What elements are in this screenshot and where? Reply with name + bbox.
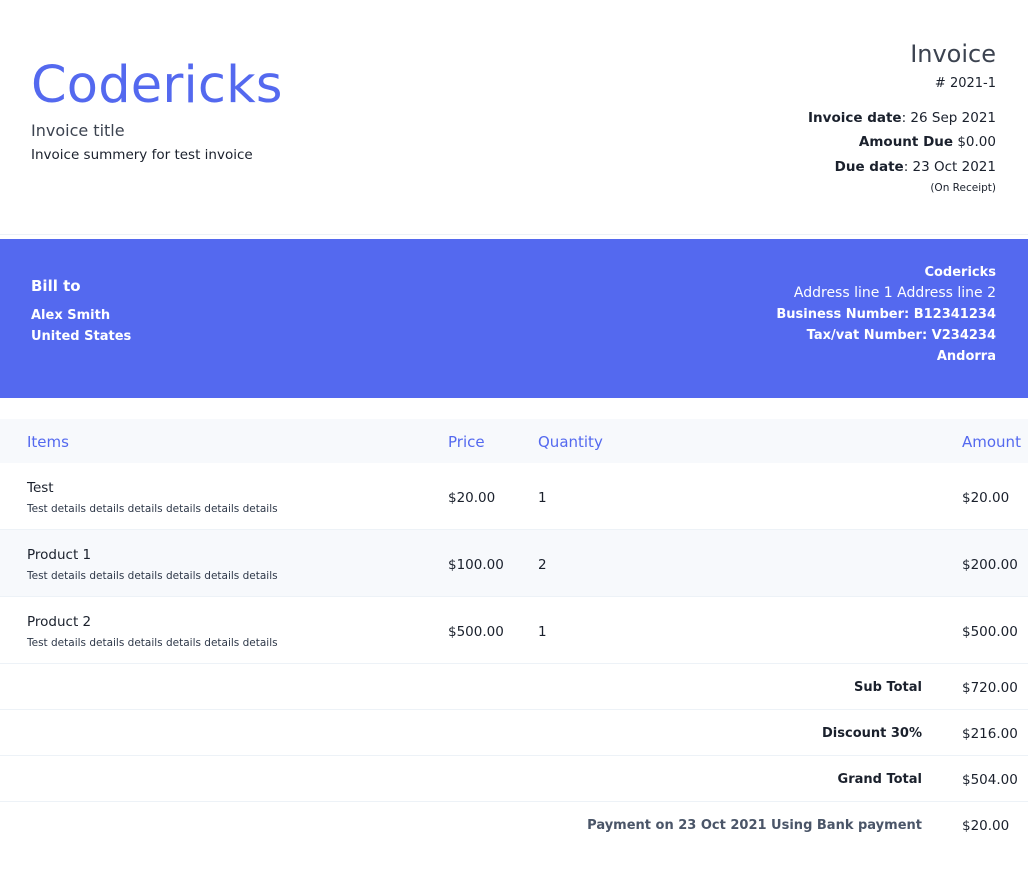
bill-to-label: Bill to: [31, 277, 81, 295]
item-quantity: 1: [538, 624, 547, 640]
item-name: Product 1: [27, 547, 92, 563]
item-details: Test details details details details det…: [27, 503, 278, 515]
payment-label: Payment on 23 Oct 2021 Using Bank paymen…: [587, 818, 922, 833]
invoice-heading: Invoice: [910, 40, 996, 68]
column-header-quantity: Quantity: [538, 433, 603, 451]
billing-band: Bill to Alex Smith United States Coderic…: [0, 239, 1028, 398]
item-quantity: 2: [538, 557, 547, 573]
invoice-date-label: Invoice date: [808, 110, 902, 126]
client-country: United States: [31, 329, 132, 344]
item-price: $100.00: [448, 557, 504, 573]
invoice-header: Codericks Invoice title Invoice summery …: [0, 0, 1028, 235]
discount-row: Discount 30% $216.00: [0, 710, 1028, 756]
due-date-label: Due date: [834, 159, 904, 175]
item-price: $500.00: [448, 624, 504, 640]
grand-total-row: Grand Total $504.00: [0, 756, 1028, 802]
invoice-date: Invoice date: 26 Sep 2021: [808, 110, 996, 126]
item-name: Test: [27, 480, 54, 496]
invoice-summary: Invoice summery for test invoice: [31, 147, 253, 163]
item-details: Test details details details details det…: [27, 637, 278, 649]
item-details: Test details details details details det…: [27, 570, 278, 582]
payment-row: Payment on 23 Oct 2021 Using Bank paymen…: [0, 802, 1028, 847]
column-header-amount: Amount: [962, 433, 1021, 451]
table-row: Product 1 Test details details details d…: [0, 530, 1028, 597]
due-date-value: : 23 Oct 2021: [903, 159, 996, 175]
table-row: Test Test details details details detail…: [0, 463, 1028, 530]
item-price: $20.00: [448, 490, 496, 506]
item-amount: $20.00: [962, 490, 1010, 506]
amount-due: Amount Due $0.00: [859, 134, 996, 150]
subtotal-label: Sub Total: [854, 680, 922, 695]
item-amount: $200.00: [962, 557, 1018, 573]
discount-label: Discount 30%: [822, 726, 922, 741]
amount-due-label: Amount Due: [858, 134, 954, 150]
item-quantity: 1: [538, 490, 547, 506]
table-header-row: Items Price Quantity Amount: [0, 419, 1028, 463]
amount-due-value: $0.00: [953, 134, 996, 150]
payment-value: $20.00: [962, 818, 1010, 834]
sender-address: Address line 1 Address line 2: [793, 285, 996, 301]
due-note: (On Receipt): [930, 182, 996, 194]
items-table: Items Price Quantity Amount Test Test de…: [0, 419, 1028, 847]
sender-business-number: Business Number: B12341234: [776, 307, 996, 322]
grand-total-value: $504.00: [962, 772, 1018, 788]
due-date: Due date: 23 Oct 2021: [835, 159, 996, 175]
column-header-price: Price: [448, 433, 485, 451]
brand-logo-text: Codericks: [31, 56, 283, 115]
discount-value: $216.00: [962, 726, 1018, 742]
invoice-title: Invoice title: [31, 121, 125, 140]
table-row: Product 2 Test details details details d…: [0, 597, 1028, 664]
sender-name: Codericks: [924, 265, 996, 280]
sender-tax-number: Tax/vat Number: V234234: [806, 328, 996, 343]
item-amount: $500.00: [962, 624, 1018, 640]
column-header-items: Items: [27, 433, 69, 451]
sender-country: Andorra: [936, 349, 996, 364]
sender-address-block: Codericks Address line 1 Address line 2 …: [776, 262, 996, 367]
subtotal-value: $720.00: [962, 680, 1018, 696]
subtotal-row: Sub Total $720.00: [0, 664, 1028, 710]
item-name: Product 2: [27, 614, 92, 630]
invoice-date-value: : 26 Sep 2021: [901, 110, 996, 126]
client-name: Alex Smith: [31, 308, 111, 323]
invoice-number: # 2021-1: [934, 76, 996, 91]
grand-total-label: Grand Total: [837, 772, 922, 787]
